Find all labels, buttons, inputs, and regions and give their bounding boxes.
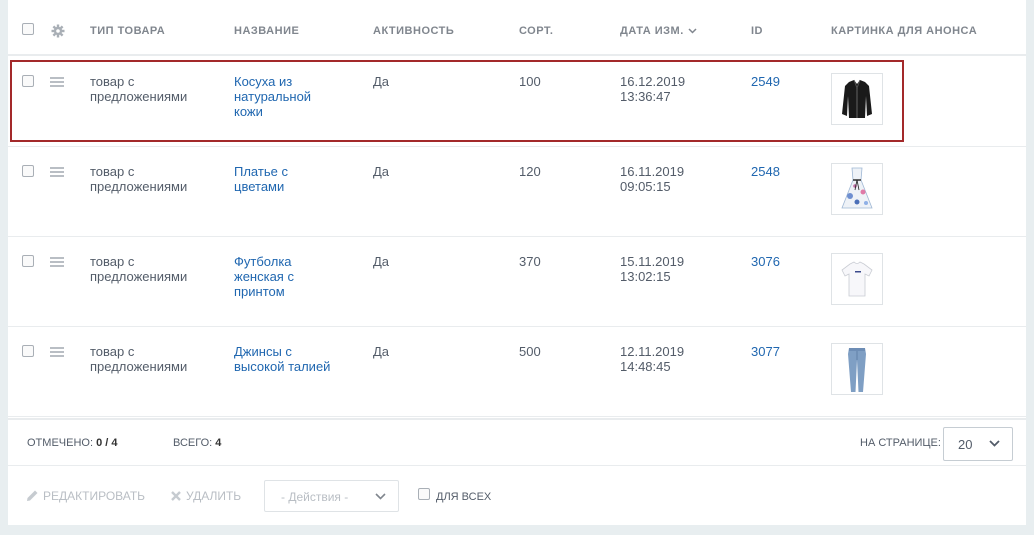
row-checkbox[interactable] — [22, 255, 34, 267]
header-sort[interactable]: Сорт. — [519, 25, 553, 37]
actions-select[interactable]: - Действия - — [264, 480, 399, 512]
total-counter: Всего: 4 — [173, 437, 222, 449]
table-row[interactable]: товар с предложениями Платье с цветами Да … — [8, 147, 1026, 237]
delete-button[interactable]: Удалить — [170, 489, 241, 503]
per-page-label: На странице: — [860, 437, 941, 449]
jeans-thumbnail[interactable] — [831, 343, 883, 395]
table-row[interactable]: товар с предложениями Косуха из натурально… — [8, 57, 1026, 147]
cell-name-link[interactable]: Косуха из натуральной кожи — [234, 74, 311, 119]
header-active[interactable]: Активность — [373, 25, 454, 37]
header-picture[interactable]: Картинка для анонса — [831, 25, 977, 37]
chevron-down-icon — [375, 493, 386, 500]
cell-active: Да — [373, 164, 390, 179]
for-all-checkbox[interactable] — [418, 488, 430, 500]
cell-active: Да — [373, 344, 390, 359]
cell-name-link[interactable]: Платье с цветами — [234, 164, 288, 194]
cell-date: 15.11.2019 13:02:15 — [620, 254, 685, 284]
header-id[interactable]: ID — [751, 25, 763, 37]
cell-active: Да — [373, 74, 390, 89]
white-tshirt-thumbnail[interactable] — [831, 253, 883, 305]
cell-id-link[interactable]: 3077 — [751, 344, 780, 359]
cell-sort: 500 — [519, 344, 541, 359]
cell-id-link[interactable]: 3076 — [751, 254, 780, 269]
table-row[interactable]: товар с предложениями Футболка женская с пр… — [8, 237, 1026, 327]
grid-header: Тип товара Название Активность Сорт. Дат… — [8, 0, 1026, 56]
table-row[interactable]: товар с предложениями Джинсы с высокой тал… — [8, 327, 1026, 417]
cell-type: товар с предложениями — [90, 74, 188, 104]
cell-sort: 120 — [519, 164, 541, 179]
checked-counter: Отмечено: 0 / 4 — [27, 437, 118, 449]
drag-handle-icon[interactable] — [50, 257, 64, 267]
cell-id-link[interactable]: 2548 — [751, 164, 780, 179]
select-all-checkbox[interactable] — [22, 23, 34, 35]
chevron-down-icon — [688, 28, 697, 34]
row-checkbox[interactable] — [22, 75, 34, 87]
chevron-down-icon — [989, 440, 1000, 447]
cell-name-link[interactable]: Футболка женская с принтом — [234, 254, 294, 299]
pencil-icon — [27, 490, 38, 501]
for-all-label[interactable]: Для всех — [436, 491, 491, 503]
cell-date: 16.12.2019 13:36:47 — [620, 74, 686, 104]
leather-jacket-thumbnail[interactable] — [831, 73, 883, 125]
cell-date: 16.11.2019 09:05:15 — [620, 164, 685, 194]
cell-sort: 370 — [519, 254, 541, 269]
product-grid: Тип товара Название Активность Сорт. Дат… — [8, 0, 1026, 525]
cell-id-link[interactable]: 2549 — [751, 74, 780, 89]
cell-type: товар с предложениями — [90, 164, 188, 194]
gear-icon[interactable] — [51, 24, 65, 38]
cell-type: товар с предложениями — [90, 344, 188, 374]
cell-name-link[interactable]: Джинсы с высокой талией — [234, 344, 330, 374]
header-date[interactable]: Дата изм. — [620, 25, 697, 37]
cell-active: Да — [373, 254, 390, 269]
grid-summary: Отмечено: 0 / 4 Всего: 4 На странице: 20 — [8, 418, 1026, 466]
per-page-select[interactable]: 20 — [943, 427, 1013, 461]
cell-type: товар с предложениями — [90, 254, 188, 284]
close-icon — [171, 491, 181, 501]
group-actions-bar: Редактировать Удалить - Действия - Для в… — [8, 468, 1026, 525]
per-page-value: 20 — [958, 437, 973, 452]
header-name[interactable]: Название — [234, 25, 299, 37]
drag-handle-icon[interactable] — [50, 347, 64, 357]
floral-dress-thumbnail[interactable] — [831, 163, 883, 215]
cell-date: 12.11.2019 14:48:45 — [620, 344, 685, 374]
row-checkbox[interactable] — [22, 165, 34, 177]
header-date-label: Дата изм. — [620, 25, 684, 37]
edit-button[interactable]: Редактировать — [26, 489, 145, 503]
drag-handle-icon[interactable] — [50, 77, 64, 87]
actions-select-value: - Действия - — [281, 490, 349, 504]
cell-sort: 100 — [519, 74, 541, 89]
row-checkbox[interactable] — [22, 345, 34, 357]
drag-handle-icon[interactable] — [50, 167, 64, 177]
header-type[interactable]: Тип товара — [90, 25, 165, 37]
